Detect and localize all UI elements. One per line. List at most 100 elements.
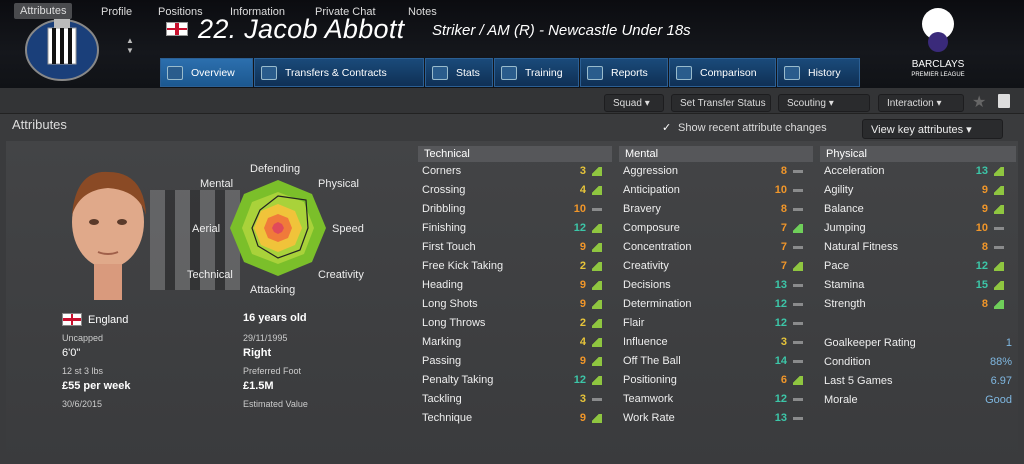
technical-attribute-row[interactable]: Passing 9 bbox=[418, 352, 606, 371]
attribute-name: Corners bbox=[422, 165, 462, 177]
physical-attribute-row[interactable]: Strength 8 bbox=[820, 295, 1008, 314]
trend-arrow-icon bbox=[793, 360, 803, 363]
attribute-value: 9 bbox=[579, 412, 586, 424]
trend-arrow-icon bbox=[793, 170, 803, 173]
view-key-attributes-dropdown[interactable]: View key attributes ▾ bbox=[862, 119, 1003, 139]
technical-header: Technical bbox=[418, 146, 612, 162]
squad-dropdown[interactable]: Squad ▾ bbox=[604, 94, 664, 112]
tab-comparison[interactable]: Comparison bbox=[669, 58, 776, 87]
attribute-name: Long Throws bbox=[422, 317, 486, 329]
technical-attribute-row[interactable]: Tackling 3 bbox=[418, 390, 606, 409]
physical-attribute-row[interactable]: Jumping 10 bbox=[820, 219, 1008, 238]
subnav-information[interactable]: Information bbox=[230, 6, 285, 18]
attribute-name: Jumping bbox=[824, 222, 866, 234]
mental-attribute-row[interactable]: Positioning 6 bbox=[619, 371, 807, 390]
league-logo-text: BARCLAYS bbox=[912, 59, 965, 70]
document-icon bbox=[261, 65, 277, 80]
attribute-value: 12 bbox=[573, 222, 586, 234]
physical-attribute-row[interactable]: Agility 9 bbox=[820, 181, 1008, 200]
trend-arrow-icon bbox=[592, 167, 602, 176]
technical-attribute-row[interactable]: Penalty Taking 12 bbox=[418, 371, 606, 390]
comparison-icon bbox=[676, 65, 692, 80]
mental-attribute-row[interactable]: Flair 12 bbox=[619, 314, 807, 333]
radar-label-creativity: Creativity bbox=[318, 269, 364, 281]
technical-attribute-row[interactable]: Long Shots 9 bbox=[418, 295, 606, 314]
attribute-name: Determination bbox=[623, 298, 692, 310]
mental-attribute-row[interactable]: Work Rate 13 bbox=[619, 409, 807, 428]
tab-reports[interactable]: Reports bbox=[580, 58, 668, 87]
trend-arrow-icon bbox=[793, 284, 803, 287]
mental-attribute-row[interactable]: Concentration 7 bbox=[619, 238, 807, 257]
physical-attribute-row[interactable]: Natural Fitness 8 bbox=[820, 238, 1008, 257]
notes-icon[interactable] bbox=[998, 94, 1010, 108]
mental-attribute-row[interactable]: Aggression 8 bbox=[619, 162, 807, 181]
preferred-foot-label: Preferred Foot bbox=[243, 366, 302, 376]
subnav-attributes[interactable]: Attributes bbox=[14, 3, 73, 19]
technical-attribute-row[interactable]: Free Kick Taking 2 bbox=[418, 257, 606, 276]
transfer-status-button[interactable]: Set Transfer Status bbox=[671, 94, 771, 112]
technical-attribute-row[interactable]: Finishing 12 bbox=[418, 219, 606, 238]
mental-attribute-row[interactable]: Teamwork 12 bbox=[619, 390, 807, 409]
technical-attribute-row[interactable]: Technique 9 bbox=[418, 409, 606, 428]
attribute-name: Composure bbox=[623, 222, 680, 234]
trend-arrow-icon bbox=[592, 338, 602, 347]
attribute-name: Acceleration bbox=[824, 165, 885, 177]
weight: 12 st 3 lbs bbox=[62, 366, 104, 376]
mental-attribute-row[interactable]: Creativity 7 bbox=[619, 257, 807, 276]
star-icon[interactable]: ★ bbox=[972, 92, 986, 112]
technical-attribute-row[interactable]: Corners 3 bbox=[418, 162, 606, 181]
subnav-profile[interactable]: Profile bbox=[101, 6, 132, 18]
attribute-value: 8 bbox=[780, 203, 787, 215]
attribute-value: 4 bbox=[579, 184, 586, 196]
attribute-name: Teamwork bbox=[623, 393, 674, 405]
tab-history[interactable]: History bbox=[777, 58, 860, 87]
physical-attribute-row[interactable]: Acceleration 13 bbox=[820, 162, 1008, 181]
status-value: 6.97 bbox=[990, 375, 1012, 387]
tab-stats[interactable]: Stats bbox=[425, 58, 493, 87]
attribute-value: 15 bbox=[975, 279, 988, 291]
radar-label-physical: Physical bbox=[318, 178, 359, 190]
trend-arrow-icon bbox=[793, 303, 803, 306]
subnav-positions[interactable]: Positions bbox=[158, 6, 203, 18]
mental-attribute-row[interactable]: Determination 12 bbox=[619, 295, 807, 314]
mental-attribute-row[interactable]: Composure 7 bbox=[619, 219, 807, 238]
mental-attribute-row[interactable]: Bravery 8 bbox=[619, 200, 807, 219]
interaction-dropdown[interactable]: Interaction ▾ bbox=[878, 94, 964, 112]
mental-attribute-row[interactable]: Anticipation 10 bbox=[619, 181, 807, 200]
trend-arrow-icon bbox=[592, 186, 602, 195]
attribute-name: Penalty Taking bbox=[422, 374, 494, 386]
mental-attribute-row[interactable]: Influence 3 bbox=[619, 333, 807, 352]
attribute-name: Tackling bbox=[422, 393, 462, 405]
technical-attribute-row[interactable]: Crossing 4 bbox=[418, 181, 606, 200]
status-value: Good bbox=[985, 394, 1012, 406]
league-logo: BARCLAYS PREMIER LEAGUE bbox=[911, 8, 965, 78]
tab-transfers[interactable]: Transfers & Contracts bbox=[254, 58, 424, 87]
technical-attribute-row[interactable]: First Touch 9 bbox=[418, 238, 606, 257]
technical-attribute-row[interactable]: Marking 4 bbox=[418, 333, 606, 352]
report-icon bbox=[587, 65, 603, 80]
attribute-value: 7 bbox=[780, 222, 787, 234]
radar-label-defending: Defending bbox=[250, 163, 301, 175]
technical-attribute-row[interactable]: Dribbling 10 bbox=[418, 200, 606, 219]
tab-training[interactable]: Training bbox=[494, 58, 579, 87]
mental-attribute-row[interactable]: Decisions 13 bbox=[619, 276, 807, 295]
tab-overview[interactable]: Overview bbox=[160, 58, 253, 87]
trend-arrow-icon bbox=[592, 224, 602, 233]
subnav-notes[interactable]: Notes bbox=[408, 6, 437, 18]
physical-attribute-row[interactable]: Pace 12 bbox=[820, 257, 1008, 276]
mental-attribute-row[interactable]: Off The Ball 14 bbox=[619, 352, 807, 371]
show-changes-checkbox[interactable]: ✓ Show recent attribute changes bbox=[662, 122, 827, 134]
subnav-private-chat[interactable]: Private Chat bbox=[315, 6, 376, 18]
scouting-dropdown[interactable]: Scouting ▾ bbox=[778, 94, 870, 112]
attribute-name: Decisions bbox=[623, 279, 671, 291]
physical-attribute-row[interactable]: Stamina 15 bbox=[820, 276, 1008, 295]
technical-attribute-row[interactable]: Heading 9 bbox=[418, 276, 606, 295]
player-name: 22. Jacob Abbott bbox=[198, 14, 405, 44]
technical-attribute-row[interactable]: Long Throws 2 bbox=[418, 314, 606, 333]
physical-header: Physical bbox=[820, 146, 1016, 162]
trend-arrow-icon bbox=[793, 322, 803, 325]
trend-arrow-icon bbox=[994, 262, 1004, 271]
player-nav-arrows[interactable]: ▲ ▼ bbox=[126, 36, 134, 56]
physical-attribute-row[interactable]: Balance 9 bbox=[820, 200, 1008, 219]
main-tabs: Overview Transfers & Contracts Stats Tra… bbox=[160, 58, 861, 87]
